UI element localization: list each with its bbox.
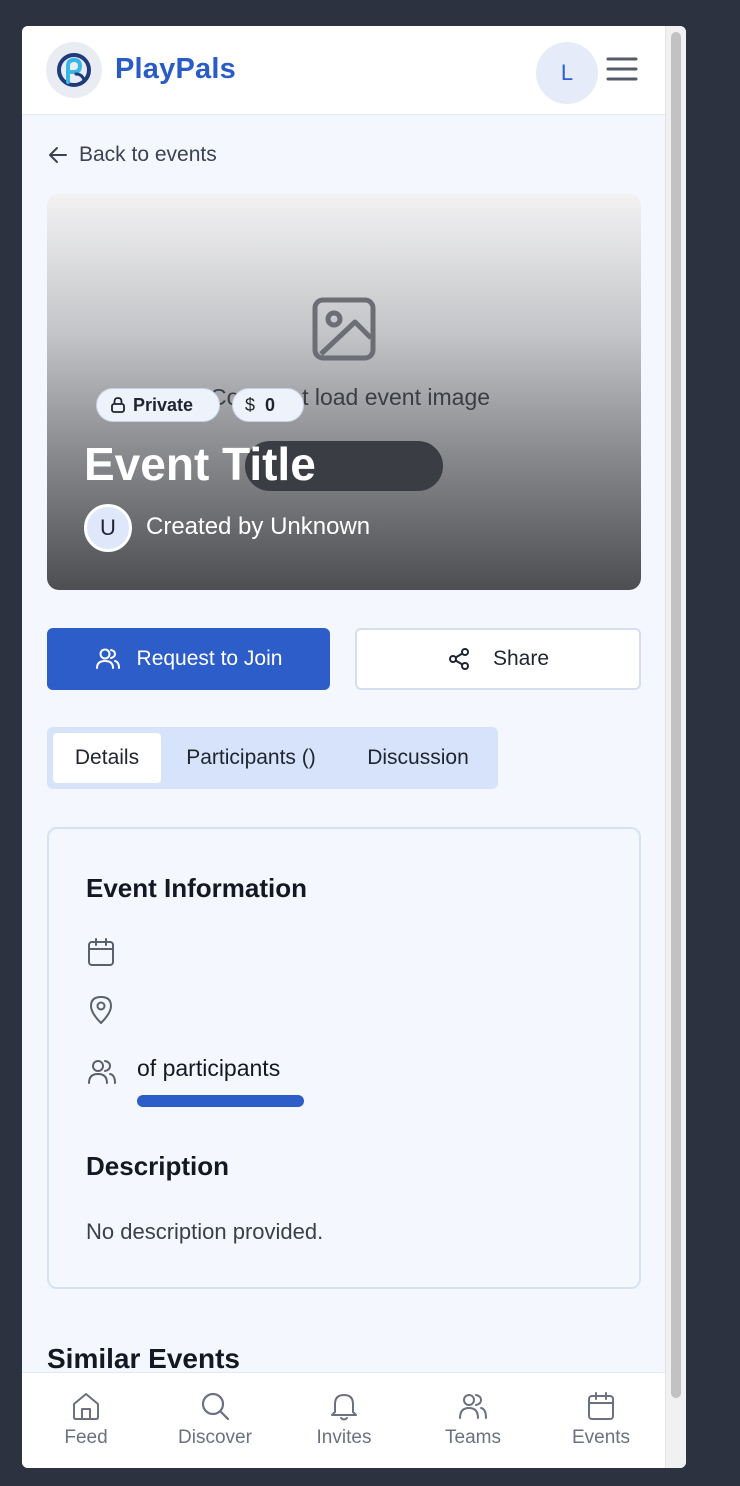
creator-text: Created by Unknown: [146, 513, 371, 540]
tab-details[interactable]: Details: [53, 733, 161, 783]
participants-progress-bar: [137, 1095, 304, 1107]
event-title: Event Title: [84, 438, 316, 490]
nav-discover[interactable]: Discover: [151, 1373, 279, 1468]
nav-feed-label: Feed: [64, 1427, 108, 1448]
tab-discussion[interactable]: Discussion: [343, 733, 493, 783]
event-info-card: Event Information of participants Descri…: [47, 827, 641, 1289]
nav-teams-label: Teams: [445, 1427, 501, 1448]
private-badge-label: Private: [133, 394, 194, 415]
nav-discover-label: Discover: [178, 1427, 252, 1448]
price-badge: $ 0: [232, 388, 304, 422]
nav-events[interactable]: Events: [537, 1373, 665, 1468]
image-placeholder-icon: [311, 296, 377, 362]
event-info-title: Event Information: [86, 873, 308, 903]
bottom-nav: Feed Discover Invites Teams Events: [22, 1372, 666, 1468]
hamburger-menu-icon[interactable]: [606, 55, 638, 83]
price-value: 0: [265, 394, 276, 415]
private-badge: Private: [96, 388, 220, 422]
map-pin-icon: [90, 996, 112, 1024]
nav-feed[interactable]: Feed: [22, 1373, 150, 1468]
request-to-join-button[interactable]: Request to Join: [47, 628, 330, 690]
search-icon: [201, 1392, 230, 1421]
event-hero: Could not load event image Private $ 0 E…: [47, 194, 641, 590]
nav-invites-label: Invites: [316, 1427, 372, 1448]
nav-teams[interactable]: Teams: [409, 1373, 537, 1468]
calendar-icon: [588, 1392, 614, 1420]
top-header: PlayPals L: [22, 26, 666, 115]
logo-icon[interactable]: [46, 42, 102, 98]
dollar-icon: $: [245, 394, 256, 415]
user-avatar[interactable]: L: [536, 42, 598, 104]
share-icon: [448, 648, 469, 670]
participants-count: of participants: [137, 1055, 281, 1081]
brand-name[interactable]: PlayPals: [115, 53, 236, 86]
users-icon: [459, 1394, 487, 1419]
scrollbar-thumb[interactable]: [671, 32, 681, 1398]
nav-invites[interactable]: Invites: [280, 1373, 408, 1468]
event-tabs: Details Participants () Discussion: [47, 727, 498, 789]
description-title: Description: [86, 1151, 230, 1181]
calendar-icon: [88, 938, 114, 966]
bell-icon: [331, 1394, 357, 1421]
date-row: [87, 937, 607, 969]
description-text: No description provided.: [86, 1219, 324, 1244]
nav-events-label: Events: [571, 1427, 631, 1448]
lock-icon: [111, 397, 125, 413]
arrow-left-icon: [49, 147, 67, 163]
back-link-label: Back to events: [79, 143, 217, 166]
join-button-label: Request to Join: [136, 647, 283, 670]
share-button[interactable]: Share: [355, 628, 641, 690]
app-window: PlayPals L Back to events Could not load…: [22, 26, 686, 1468]
home-icon: [73, 1393, 99, 1420]
share-button-label: Share: [492, 647, 550, 670]
location-row: [87, 995, 607, 1027]
participants-row: of participants: [87, 1055, 607, 1089]
users-icon: [95, 648, 120, 669]
creator-avatar: U: [84, 504, 132, 552]
tab-participants[interactable]: Participants (): [171, 733, 331, 783]
back-to-events-link[interactable]: Back to events: [47, 140, 217, 170]
users-icon: [88, 1060, 116, 1084]
scrollbar[interactable]: [665, 26, 686, 1468]
similar-events-title: Similar Events: [47, 1343, 240, 1374]
